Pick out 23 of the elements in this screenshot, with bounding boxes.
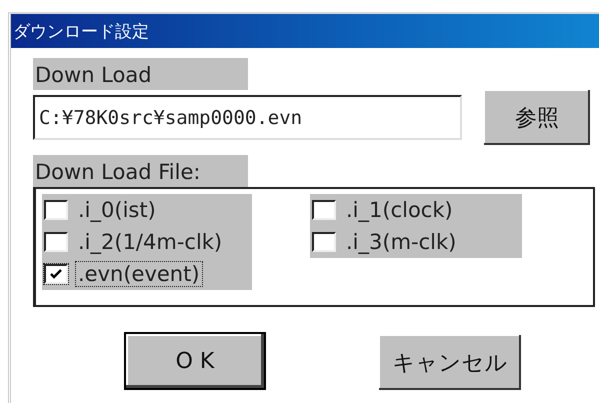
ok-button[interactable]: O K [124,332,266,390]
file-checkbox[interactable]: .i_0(ist) [42,194,252,226]
file-checkbox[interactable]: .i_2(1/4m-clk) [42,226,252,258]
path-field[interactable]: C:¥78K0src¥samp0000.evn [33,95,462,140]
checkbox[interactable] [44,232,68,252]
checkbox[interactable] [312,200,336,220]
option-label: .i_3(m-clk) [345,230,458,254]
cancel-button[interactable]: キャンセル [379,335,521,390]
option-label: .i_2(1/4m-clk) [77,230,224,254]
file-checkbox[interactable]: .i_1(clock) [310,194,522,226]
file-checkbox[interactable]: .i_3(m-clk) [310,226,522,258]
window-title: ダウンロード設定 [13,20,149,42]
checkbox[interactable] [44,200,68,220]
download-file-label: Down Load File: [33,155,248,187]
file-checkbox[interactable]: .evn(event) [42,258,252,290]
checkbox[interactable] [312,232,336,252]
option-label: .evn(event) [76,262,202,286]
option-label: .i_1(clock) [345,198,454,222]
checkbox[interactable] [44,264,68,284]
check-icon [50,268,62,280]
option-label: .i_0(ist) [77,198,157,222]
browse-button[interactable]: 参照 [484,90,590,145]
download-label: Down Load [33,58,248,90]
